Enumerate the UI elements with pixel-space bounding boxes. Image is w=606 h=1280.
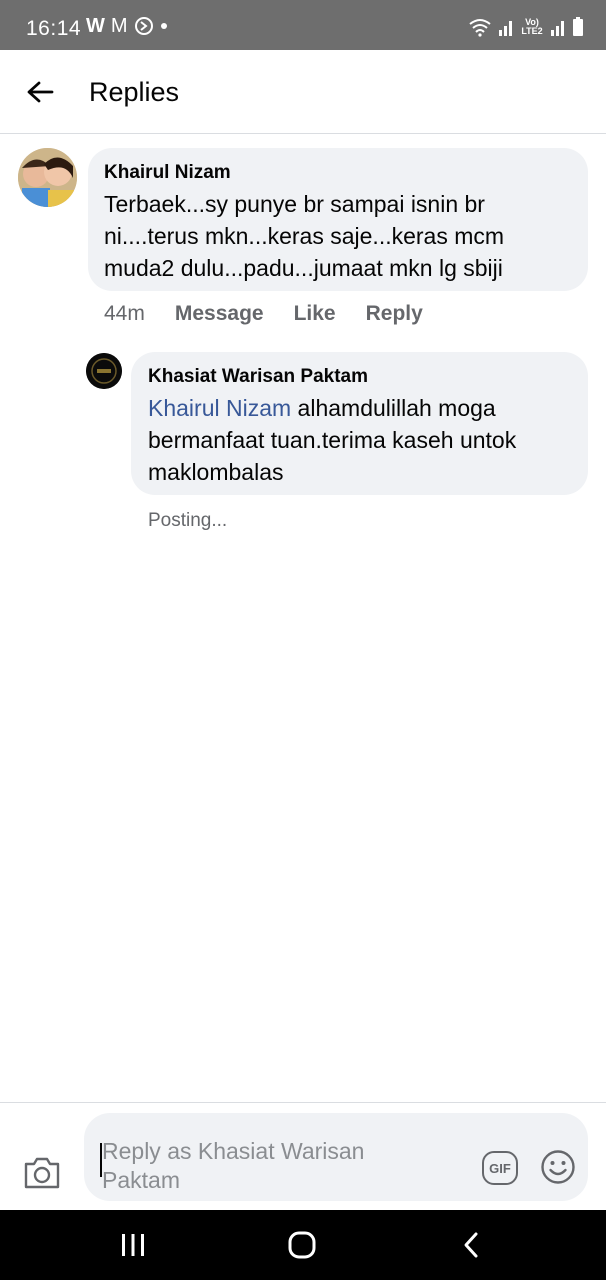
message-button[interactable]: Message	[175, 302, 264, 326]
page-logo	[86, 353, 122, 389]
comment-actions: 44m Message Like Reply	[104, 302, 453, 326]
like-button[interactable]: Like	[294, 302, 336, 326]
system-back-button[interactable]	[456, 1228, 486, 1262]
chevron-left-icon	[464, 1232, 478, 1258]
reply-author[interactable]: Khasiat Warisan Paktam	[148, 366, 368, 388]
reply-composer: Reply as Khasiat Warisan Paktam GIF	[0, 1102, 606, 1210]
profile-photo	[18, 148, 77, 207]
battery-icon	[573, 17, 583, 36]
emoji-button[interactable]	[540, 1149, 576, 1185]
camera-button[interactable]	[22, 1155, 62, 1191]
camera-icon	[24, 1157, 60, 1189]
smiley-icon	[541, 1150, 575, 1184]
comment-author[interactable]: Khairul Nizam	[104, 162, 231, 184]
home-icon	[288, 1231, 316, 1259]
gmail-notification-icon: M	[110, 15, 128, 37]
reply-input-placeholder: Reply as Khasiat Warisan Paktam	[102, 1138, 365, 1193]
gif-button[interactable]: GIF	[482, 1151, 518, 1185]
shazam-icon	[134, 17, 153, 35]
comment-text: Terbaek...sy punye br sampai isnin br ni…	[104, 191, 505, 281]
dot-icon	[160, 23, 167, 29]
app-bar: Replies	[0, 50, 606, 134]
reply-avatar[interactable]	[86, 353, 122, 389]
whatsapp-notification-icon: W	[86, 15, 105, 37]
commenter-avatar[interactable]	[18, 148, 77, 207]
status-system-icons: Vo) LTE2	[468, 17, 584, 37]
mention-link[interactable]: Khairul Nizam	[148, 395, 291, 421]
comment-bubble[interactable]: Khairul Nizam Terbaek...sy punye br samp…	[88, 148, 588, 291]
reply-bubble[interactable]: Khasiat Warisan Paktam Khairul Nizam alh…	[131, 352, 588, 495]
status-bar: 16:14 W M Vo) LTE2	[0, 0, 606, 50]
comment-time: 44m	[104, 302, 145, 325]
reply-button[interactable]: Reply	[366, 302, 423, 326]
recents-button[interactable]	[115, 1228, 151, 1262]
reply-text-block: Khairul Nizam alhamdulillah moga bermanf…	[148, 392, 578, 488]
status-notification-icons: W M	[86, 16, 168, 36]
wifi-icon	[469, 19, 491, 37]
arrow-left-icon	[27, 81, 54, 103]
signal-2-icon	[551, 21, 564, 36]
signal-1-icon	[499, 21, 512, 36]
home-button[interactable]	[284, 1228, 320, 1262]
page-title: Replies	[89, 77, 180, 107]
reply-input[interactable]: Reply as Khasiat Warisan Paktam GIF	[84, 1113, 588, 1201]
lte-indicator: Vo) LTE2	[521, 17, 543, 36]
recents-icon	[122, 1234, 144, 1256]
status-time: 16:14	[26, 17, 82, 40]
system-nav-bar	[0, 1210, 606, 1280]
back-button[interactable]	[20, 72, 60, 112]
posting-status: Posting...	[148, 510, 228, 531]
